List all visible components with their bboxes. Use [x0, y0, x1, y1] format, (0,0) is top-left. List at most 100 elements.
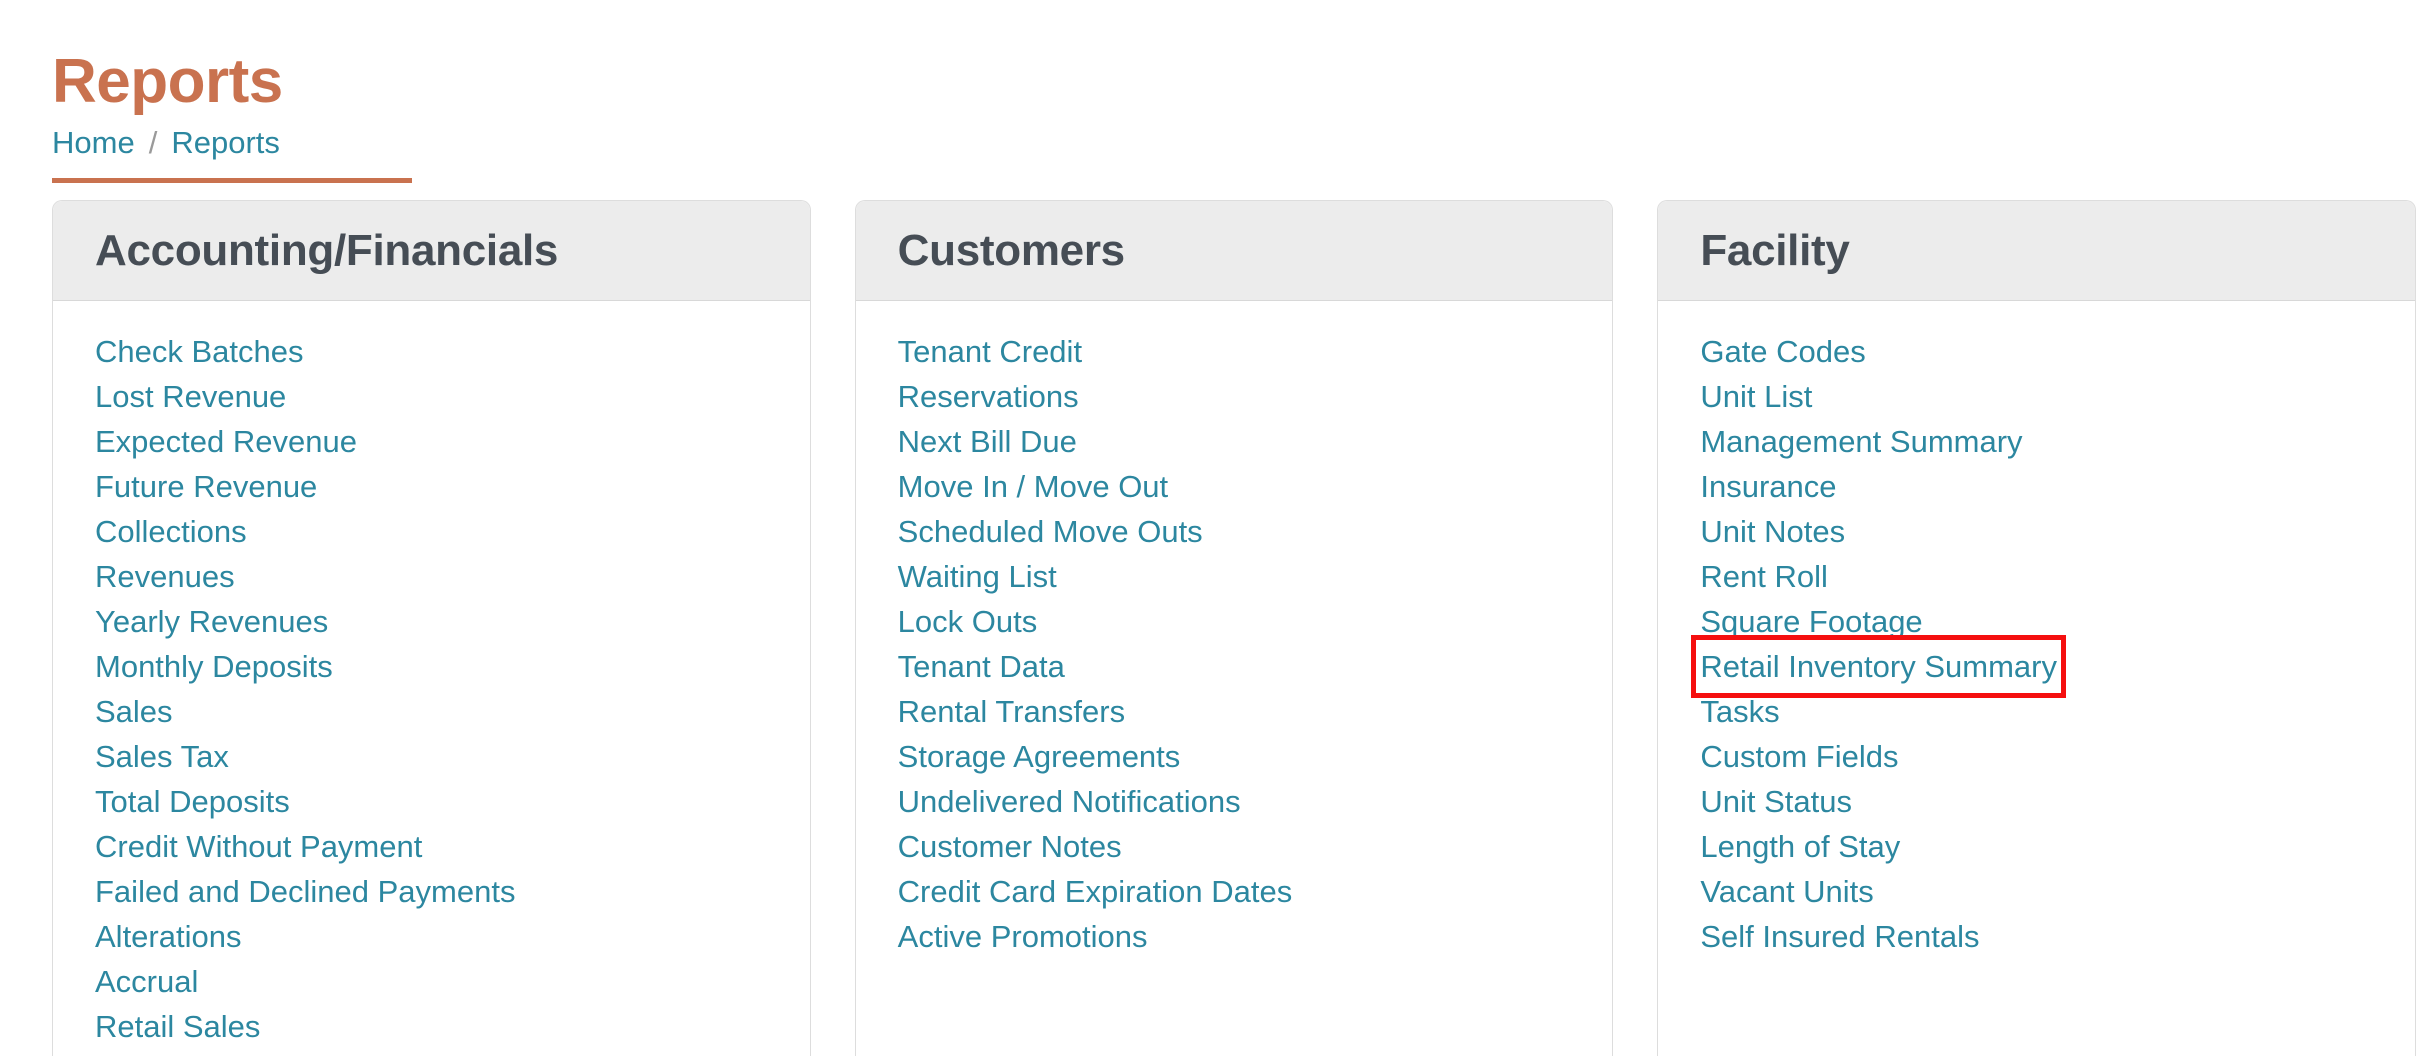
page-title: Reports — [52, 46, 283, 118]
breadcrumb-item-reports[interactable]: Reports — [171, 126, 280, 160]
list-item: Credit Without Payment — [95, 824, 768, 869]
report-link-future-revenue[interactable]: Future Revenue — [95, 464, 317, 509]
report-link-custom-fields[interactable]: Custom Fields — [1700, 734, 1898, 779]
list-item: Alterations — [95, 914, 768, 959]
report-link-retail-sales[interactable]: Retail Sales — [95, 1004, 260, 1049]
report-link-unit-notes[interactable]: Unit Notes — [1700, 509, 1845, 554]
report-link-total-deposits[interactable]: Total Deposits — [95, 779, 290, 824]
list-item: Rental Transfers — [898, 689, 1571, 734]
card-header-accounting-financials: Accounting/Financials — [53, 201, 810, 301]
report-link-accrual[interactable]: Accrual — [95, 959, 198, 1004]
report-link-expected-revenue[interactable]: Expected Revenue — [95, 419, 357, 464]
breadcrumb-separator: / — [149, 126, 158, 160]
report-link-next-bill-due[interactable]: Next Bill Due — [898, 419, 1077, 464]
list-item: Length of Stay — [1700, 824, 2373, 869]
list-item: Yearly Revenues — [95, 599, 768, 644]
list-item: Sales Tax — [95, 734, 768, 779]
report-link-check-batches[interactable]: Check Batches — [95, 329, 304, 374]
list-item: Management Summary — [1700, 419, 2373, 464]
list-item: Tenant Credit — [898, 329, 1571, 374]
list-item: Unit List — [1700, 374, 2373, 419]
report-link-storage-agreements[interactable]: Storage Agreements — [898, 734, 1181, 779]
list-item: Future Revenue — [95, 464, 768, 509]
list-item: Active Promotions — [898, 914, 1571, 959]
list-item: Failed and Declined Payments — [95, 869, 768, 914]
report-link-self-insured-rentals[interactable]: Self Insured Rentals — [1700, 914, 1979, 959]
report-link-tenant-credit[interactable]: Tenant Credit — [898, 329, 1082, 374]
report-link-undelivered-notifications[interactable]: Undelivered Notifications — [898, 779, 1241, 824]
list-item: Check Batches — [95, 329, 768, 374]
list-item: Tenant Data — [898, 644, 1571, 689]
report-link-credit-card-expiration-dates[interactable]: Credit Card Expiration Dates — [898, 869, 1293, 914]
report-link-lock-outs[interactable]: Lock Outs — [898, 599, 1038, 644]
list-item: Square Footage — [1700, 599, 2373, 644]
report-link-lost-revenue[interactable]: Lost Revenue — [95, 374, 286, 419]
list-item: Tasks — [1700, 689, 2373, 734]
list-item: Accrual — [95, 959, 768, 1004]
list-item: Monthly Deposits — [95, 644, 768, 689]
reports-page: Reports Home / Reports Accounting/Financ… — [0, 0, 2432, 1056]
list-item: Rent Roll — [1700, 554, 2373, 599]
list-item: Waiting List — [898, 554, 1571, 599]
card-header-facility: Facility — [1658, 201, 2415, 301]
card-title: Facility — [1700, 226, 1849, 276]
list-item: Vacant Units — [1700, 869, 2373, 914]
report-card-customers: Customers Tenant CreditReservationsNext B… — [855, 200, 1614, 1056]
report-card-accounting-financials: Accounting/Financials Check BatchesLost R… — [52, 200, 811, 1056]
report-link-revenues[interactable]: Revenues — [95, 554, 235, 599]
list-item: Insurance — [1700, 464, 2373, 509]
list-item: Sales — [95, 689, 768, 734]
report-link-gate-codes[interactable]: Gate Codes — [1700, 329, 1865, 374]
report-link-scheduled-move-outs[interactable]: Scheduled Move Outs — [898, 509, 1203, 554]
report-link-yearly-revenues[interactable]: Yearly Revenues — [95, 599, 328, 644]
list-item: Retail Sales — [95, 1004, 768, 1049]
list-item: Customer Notes — [898, 824, 1571, 869]
report-link-sales[interactable]: Sales — [95, 689, 173, 734]
report-link-collections[interactable]: Collections — [95, 509, 247, 554]
list-item: Next Bill Due — [898, 419, 1571, 464]
report-link-unit-status[interactable]: Unit Status — [1700, 779, 1852, 824]
list-item: Lock Outs — [898, 599, 1571, 644]
report-link-alterations[interactable]: Alterations — [95, 914, 241, 959]
list-item: Collections — [95, 509, 768, 554]
report-link-vacant-units[interactable]: Vacant Units — [1700, 869, 1873, 914]
card-body-facility: Gate CodesUnit ListManagement SummaryIns… — [1658, 301, 2415, 959]
report-link-sales-tax[interactable]: Sales Tax — [95, 734, 229, 779]
report-link-customer-notes[interactable]: Customer Notes — [898, 824, 1122, 869]
breadcrumb-nav: Home / Reports — [52, 126, 412, 160]
breadcrumb-item-home[interactable]: Home — [52, 126, 135, 160]
report-link-rent-roll[interactable]: Rent Roll — [1700, 554, 1828, 599]
report-link-tenant-data[interactable]: Tenant Data — [898, 644, 1065, 689]
report-card-grid: Accounting/Financials Check BatchesLost R… — [52, 200, 2416, 1056]
report-link-credit-without-payment[interactable]: Credit Without Payment — [95, 824, 422, 869]
breadcrumb: Home / Reports — [52, 126, 412, 183]
card-title: Accounting/Financials — [95, 226, 558, 276]
report-card-facility: Facility Gate CodesUnit ListManagement Su… — [1657, 200, 2416, 1056]
report-link-length-of-stay[interactable]: Length of Stay — [1700, 824, 1900, 869]
report-link-management-summary[interactable]: Management Summary — [1700, 419, 2022, 464]
list-item: Scheduled Move Outs — [898, 509, 1571, 554]
report-list-customers: Tenant CreditReservationsNext Bill DueMo… — [898, 329, 1571, 959]
report-link-rental-transfers[interactable]: Rental Transfers — [898, 689, 1125, 734]
report-link-move-in-move-out[interactable]: Move In / Move Out — [898, 464, 1169, 509]
list-item: Move In / Move Out — [898, 464, 1571, 509]
list-item: Self Insured Rentals — [1700, 914, 2373, 959]
report-link-retail-inventory-summary[interactable]: Retail Inventory Summary — [1700, 644, 2057, 689]
list-item: Revenues — [95, 554, 768, 599]
report-link-waiting-list[interactable]: Waiting List — [898, 554, 1057, 599]
card-header-customers: Customers — [856, 201, 1613, 301]
report-list-accounting-financials: Check BatchesLost RevenueExpected Revenu… — [95, 329, 768, 1049]
list-item: Credit Card Expiration Dates — [898, 869, 1571, 914]
card-body-accounting-financials: Check BatchesLost RevenueExpected Revenu… — [53, 301, 810, 1049]
list-item: Retail Inventory Summary — [1700, 644, 2373, 689]
report-link-unit-list[interactable]: Unit List — [1700, 374, 1812, 419]
list-item: Unit Status — [1700, 779, 2373, 824]
report-link-failed-and-declined-payments[interactable]: Failed and Declined Payments — [95, 869, 515, 914]
report-link-insurance[interactable]: Insurance — [1700, 464, 1836, 509]
report-link-active-promotions[interactable]: Active Promotions — [898, 914, 1148, 959]
report-link-monthly-deposits[interactable]: Monthly Deposits — [95, 644, 333, 689]
report-link-square-footage[interactable]: Square Footage — [1700, 599, 1922, 644]
report-link-tasks[interactable]: Tasks — [1700, 689, 1779, 734]
report-link-reservations[interactable]: Reservations — [898, 374, 1079, 419]
list-item: Undelivered Notifications — [898, 779, 1571, 824]
